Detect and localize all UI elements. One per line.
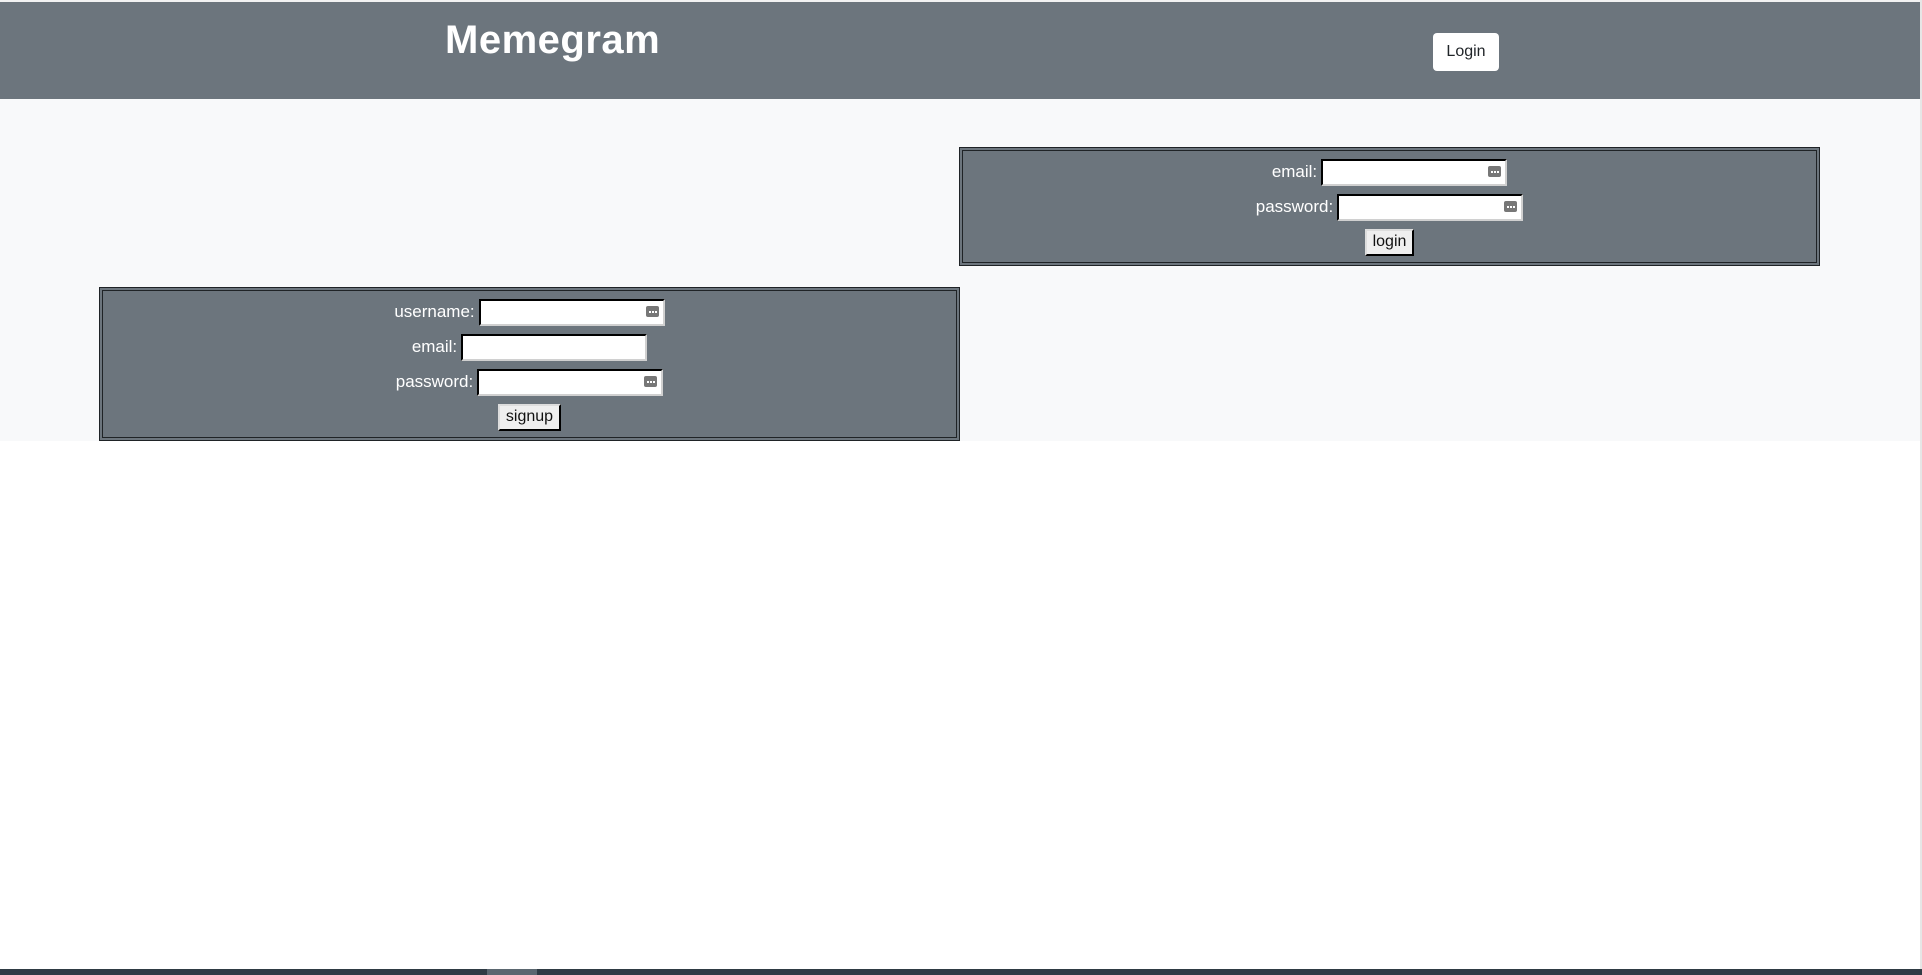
- login-form: email: password: login: [959, 147, 1820, 266]
- login-password-input[interactable]: [1339, 195, 1522, 219]
- signup-form: username: email: password: signup: [99, 287, 960, 441]
- signup-email-row: email:: [103, 332, 956, 362]
- login-password-field-wrapper: [1337, 193, 1524, 221]
- signup-username-label: username:: [394, 302, 475, 321]
- password-manager-key-icon[interactable]: [1488, 165, 1502, 177]
- login-email-row: email:: [963, 157, 1816, 187]
- signup-password-row: password:: [103, 367, 956, 397]
- page: Memegram Login email: password: login us…: [0, 0, 1922, 975]
- login-password-row: password:: [963, 192, 1816, 222]
- brand-title: Memegram: [445, 18, 661, 62]
- taskbar-strip: [0, 969, 1922, 975]
- signup-username-field-wrapper: [478, 298, 665, 326]
- signup-username-row: username:: [103, 297, 956, 327]
- signup-submit-row: signup: [103, 402, 956, 432]
- login-email-field-wrapper: [1321, 158, 1508, 186]
- password-manager-key-icon[interactable]: [1504, 200, 1518, 212]
- signup-password-input[interactable]: [479, 370, 662, 394]
- signup-username-input[interactable]: [480, 300, 663, 324]
- password-manager-key-icon[interactable]: [644, 375, 658, 387]
- signup-email-input[interactable]: [463, 335, 646, 359]
- login-submit-button[interactable]: login: [1364, 228, 1415, 256]
- signup-email-label: email:: [411, 337, 458, 356]
- password-manager-key-icon[interactable]: [645, 305, 659, 317]
- signup-submit-button[interactable]: signup: [497, 403, 562, 431]
- taskbar-highlight: [487, 969, 537, 975]
- header-login-button[interactable]: Login: [1433, 33, 1499, 71]
- signup-password-field-wrapper: [477, 368, 664, 396]
- login-email-input[interactable]: [1323, 160, 1506, 184]
- app-header: Memegram Login: [0, 2, 1920, 99]
- login-password-label: password:: [1255, 197, 1334, 216]
- signup-email-field-wrapper: [461, 333, 648, 361]
- login-email-label: email:: [1271, 162, 1318, 181]
- login-submit-row: login: [963, 227, 1816, 257]
- signup-password-label: password:: [395, 372, 474, 391]
